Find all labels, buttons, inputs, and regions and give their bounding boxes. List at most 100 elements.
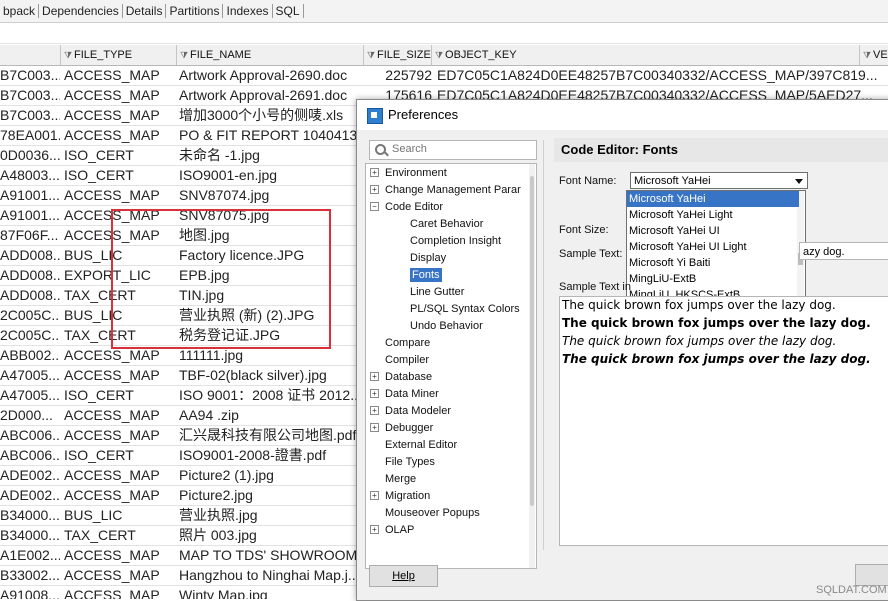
table-cell-type: TAX_CERT: [64, 527, 136, 543]
preview-line-bold-italic: The quick brown fox jumps over the lazy …: [562, 352, 871, 366]
tree-item[interactable]: − Code Editor: [370, 199, 443, 216]
sample-text-field[interactable]: azy dog.: [799, 242, 888, 260]
tab-bpack[interactable]: bpack: [0, 4, 40, 18]
tree-item[interactable]: + OLAP: [370, 522, 414, 539]
expand-icon[interactable]: +: [370, 423, 379, 432]
table-cell-name: SNV87074.jpg: [179, 187, 270, 203]
table-cell-id: ADE002...: [0, 467, 60, 483]
search-input[interactable]: [392, 142, 532, 156]
expand-icon[interactable]: +: [370, 185, 379, 194]
tree-item-label: Change Management Parar: [385, 184, 521, 196]
font-name-select[interactable]: Microsoft YaHei: [630, 172, 808, 189]
help-button[interactable]: Help: [369, 565, 438, 587]
table-cell-name: AA94 .zip: [179, 407, 239, 423]
font-option[interactable]: Microsoft YaHei: [627, 191, 799, 207]
tab-partitions[interactable]: Partitions: [166, 4, 224, 18]
table-cell-name: MAP TO TDS' SHOWROOM....: [179, 547, 361, 563]
sample-text-label: Sample Text:: [559, 248, 623, 260]
preview-line-plain: The quick brown fox jumps over the lazy …: [562, 298, 836, 312]
table-cell-type: ACCESS_MAP: [64, 127, 160, 143]
header-ve[interactable]: ⧩ VE: [860, 45, 888, 65]
table-cell-name: 营业执照.jpg: [179, 507, 258, 523]
tree-item-label: OLAP: [385, 524, 415, 536]
header-file-name[interactable]: ⧩ FILE_NAME: [177, 45, 364, 65]
header-file-type[interactable]: ⧩ FILE_TYPE: [61, 45, 177, 65]
column-filter-icon: ⧩: [435, 50, 444, 60]
header-id[interactable]: [0, 45, 61, 65]
tree-item[interactable]: Compiler: [370, 352, 429, 369]
fonts-panel: Code Editor: Fonts Font Name: Microsoft …: [554, 138, 888, 598]
table-cell-id: A91001...: [0, 207, 60, 223]
table-row[interactable]: B7C003... ACCESS_MAP Artwork Approval-2690…: [0, 65, 888, 86]
font-option[interactable]: Microsoft YaHei UI Light: [627, 239, 799, 255]
tree-item[interactable]: Compare: [370, 335, 430, 352]
tree-item[interactable]: External Editor: [370, 437, 457, 454]
table-cell-name: 照片 003.jpg: [179, 527, 257, 543]
tree-item[interactable]: Completion Insight: [410, 233, 501, 250]
expand-icon[interactable]: +: [370, 525, 379, 534]
table-cell-name: ISO 9001：2008 证书 2012...: [179, 387, 361, 403]
table-cell-name: 汇兴晟科技有限公司地图.pdf: [179, 427, 357, 443]
header-object-key[interactable]: ⧩ OBJECT_KEY: [432, 45, 860, 65]
tree-item[interactable]: Mouseover Popups: [370, 505, 480, 522]
tree-item-label: Caret Behavior: [410, 218, 484, 230]
tree-scroll-thumb[interactable]: [530, 176, 534, 506]
tree-item-label: Mouseover Popups: [385, 507, 480, 519]
tree-scrollbar[interactable]: [529, 164, 535, 568]
table-cell-name: Picture2 (1).jpg: [179, 467, 274, 483]
tree-item[interactable]: + Data Modeler: [370, 403, 451, 420]
tree-item[interactable]: + Database: [370, 369, 432, 386]
table-cell-type: ACCESS_MAP: [64, 187, 160, 203]
tree-item-label: Database: [385, 371, 433, 383]
table-cell-type: ACCESS_MAP: [64, 87, 160, 103]
expand-icon[interactable]: +: [370, 406, 379, 415]
tree-item[interactable]: + Environment: [370, 165, 447, 182]
tree-item-label: Merge: [385, 473, 417, 485]
header-file-size[interactable]: ⧩ FILE_SIZE: [364, 45, 432, 65]
table-cell-name: Artwork Approval-2690.doc: [179, 67, 348, 83]
tree-item[interactable]: + Data Miner: [370, 386, 439, 403]
tab-sql[interactable]: SQL: [273, 4, 304, 18]
expand-icon[interactable]: +: [370, 372, 379, 381]
tree-item[interactable]: Undo Behavior: [410, 318, 483, 335]
tree-item[interactable]: Merge: [370, 471, 416, 488]
tab-details[interactable]: Details: [123, 4, 167, 18]
tree-item[interactable]: Display: [410, 250, 446, 267]
tree-item[interactable]: + Debugger: [370, 420, 433, 437]
table-cell-type: ACCESS_MAP: [64, 567, 160, 583]
table-cell-type: ACCESS_MAP: [64, 547, 160, 563]
font-option[interactable]: MingLiU-ExtB: [627, 271, 799, 287]
tree-item[interactable]: File Types: [370, 454, 435, 471]
table-cell-key: ED7C05C1A824D0EE48257B7C00340332/ACCESS_…: [437, 67, 877, 83]
tree-item[interactable]: + Change Management Parar: [370, 182, 521, 199]
tab-dependencies[interactable]: Dependencies: [39, 4, 123, 18]
ok-button[interactable]: [855, 564, 888, 586]
tree-item[interactable]: Caret Behavior: [410, 216, 483, 233]
collapse-icon[interactable]: −: [370, 202, 379, 211]
tree-item-label: External Editor: [385, 439, 458, 451]
expand-icon[interactable]: +: [370, 491, 379, 500]
table-cell-id: ADD008...: [0, 267, 60, 283]
table-cell-id: B34000...: [0, 527, 60, 543]
font-option[interactable]: Microsoft YaHei Light: [627, 207, 799, 223]
preferences-search[interactable]: [369, 140, 537, 160]
table-cell-name: PO & FIT REPORT 1040413...: [179, 127, 361, 143]
grid-header: ⧩ FILE_TYPE ⧩ FILE_NAME ⧩ FILE_SIZE ⧩ OBJECT…: [0, 45, 888, 66]
tree-item[interactable]: Line Gutter: [410, 284, 464, 301]
tree-item-label: Code Editor: [385, 201, 444, 213]
expand-icon[interactable]: +: [370, 389, 379, 398]
table-cell-id: 2C005C...: [0, 307, 60, 323]
table-cell-name: Artwork Approval-2691.doc: [179, 87, 348, 103]
dialog-title-bar[interactable]: Preferences: [357, 100, 888, 130]
panel-splitter[interactable]: [543, 140, 544, 550]
tree-item-label: Fonts: [410, 268, 442, 282]
expand-icon[interactable]: +: [370, 168, 379, 177]
tree-item[interactable]: Fonts: [410, 267, 442, 284]
column-filter-icon: ⧩: [180, 50, 189, 60]
font-option[interactable]: Microsoft YaHei UI: [627, 223, 799, 239]
tree-item[interactable]: PL/SQL Syntax Colors: [410, 301, 520, 318]
tree-item[interactable]: + Migration: [370, 488, 430, 505]
font-option[interactable]: Microsoft Yi Baiti: [627, 255, 799, 271]
font-name-label: Font Name:: [559, 175, 617, 187]
tab-indexes[interactable]: Indexes: [223, 4, 273, 18]
